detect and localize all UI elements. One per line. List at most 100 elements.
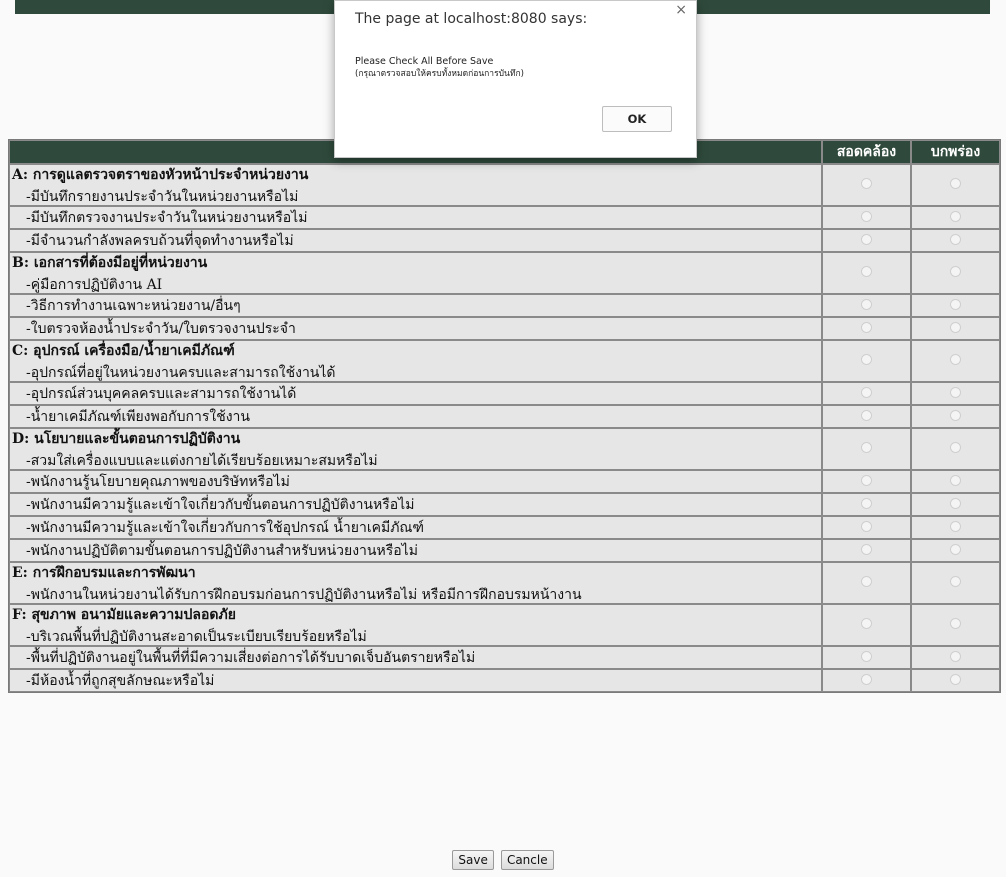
radio-deficient[interactable] [950, 576, 961, 587]
radio-deficient[interactable] [950, 298, 961, 310]
section-cell: A: การดูแลตรวจตราของหัวหน้าประจำหน่วยงาน… [9, 164, 822, 206]
checklist-item: -พนักงานมีความรู้และเข้าใจเกี่ยวกับการใช… [9, 516, 1000, 539]
section-title: C: อุปกรณ์ เครื่องมือ/น้ำยาเคมีภัณฑ์ [12, 343, 235, 359]
option-cell-deficient [911, 294, 1000, 317]
radio-deficient[interactable] [950, 178, 961, 189]
checklist-section: F: สุขภาพ อนามัยและความปลอดภัย -บริเวณพื้… [9, 604, 1000, 646]
option-cell-comply [822, 164, 911, 206]
radio-deficient[interactable] [950, 543, 961, 555]
checklist-item-label: -พื้นที่ปฏิบัติงานอยู่ในพื้นที่ที่มีความ… [9, 646, 822, 669]
checklist-item: -พนักงานรู้นโยบายคุณภาพของบริษัทหรือไม่ [9, 470, 1000, 493]
radio-comply[interactable] [861, 178, 872, 189]
close-icon[interactable]: × [675, 2, 687, 18]
radio-deficient[interactable] [950, 409, 961, 421]
checklist-body: A: การดูแลตรวจตราของหัวหน้าประจำหน่วยงาน… [9, 164, 1000, 692]
alert-dialog: The page at localhost:8080 says: × Pleas… [334, 0, 697, 158]
radio-deficient[interactable] [950, 442, 961, 453]
checklist-item-label: -น้ำยาเคมีภัณฑ์เพียงพอกับการใช้งาน [9, 405, 822, 428]
radio-deficient[interactable] [950, 618, 961, 629]
radio-comply[interactable] [861, 321, 872, 333]
radio-comply[interactable] [861, 409, 872, 421]
option-cell-deficient [911, 646, 1000, 669]
checklist-item-label: -อุปกรณ์ส่วนบุคคลครบและสามารถใช้งานได้ [9, 382, 822, 405]
option-cell-comply [822, 428, 911, 470]
checklist-item-label: -มีบันทึกรายงานประจำวันในหน่วยงานหรือไม่ [26, 189, 299, 205]
ok-button[interactable]: OK [602, 106, 672, 132]
radio-deficient[interactable] [950, 650, 961, 662]
radio-comply[interactable] [861, 386, 872, 398]
option-cell-comply [822, 646, 911, 669]
option-cell-comply [822, 252, 911, 294]
radio-comply[interactable] [861, 618, 872, 629]
radio-deficient[interactable] [950, 520, 961, 532]
radio-comply[interactable] [861, 442, 872, 453]
section-title: D: นโยบายและขั้นตอนการปฏิบัติงาน [12, 431, 241, 447]
radio-comply[interactable] [861, 354, 872, 365]
checklist-item-label: -มีบันทึกตรวจงานประจำวันในหน่วยงานหรือไม… [9, 206, 822, 229]
checklist-section: E: การฝึกอบรมและการพัฒนา -พนักงานในหน่วยง… [9, 562, 1000, 604]
checklist-item: -พื้นที่ปฏิบัติงานอยู่ในพื้นที่ที่มีความ… [9, 646, 1000, 669]
dialog-message-thai: (กรุณาตรวจสอบให้ครบทั้งหมดก่อนการบันทึก) [355, 69, 524, 79]
checklist-item: -พนักงานมีความรู้และเข้าใจเกี่ยวกับขั้นต… [9, 493, 1000, 516]
radio-comply[interactable] [861, 650, 872, 662]
option-cell-comply [822, 229, 911, 252]
option-cell-deficient [911, 604, 1000, 646]
checklist-item: -พนักงานปฏิบัติตามขั้นตอนการปฏิบัติงานสำ… [9, 539, 1000, 562]
radio-deficient[interactable] [950, 321, 961, 333]
section-title: F: สุขภาพ อนามัยและความปลอดภัย [12, 607, 236, 623]
radio-deficient[interactable] [950, 210, 961, 222]
radio-comply[interactable] [861, 673, 872, 685]
option-cell-comply [822, 382, 911, 405]
form-actions: Save Cancle [0, 849, 1006, 870]
checklist-item-label: -มีจำนวนกำลังพลครบถ้วนที่จุดทำงานหรือไม่ [9, 229, 822, 252]
option-cell-comply [822, 562, 911, 604]
radio-deficient[interactable] [950, 266, 961, 277]
radio-deficient[interactable] [950, 673, 961, 685]
option-cell-deficient [911, 493, 1000, 516]
checklist-table: หัวข้อการตรวจประเมิน สอดคล้อง บกพร่อง A:… [8, 139, 1001, 693]
section-cell: F: สุขภาพ อนามัยและความปลอดภัย -บริเวณพื้… [9, 604, 822, 646]
checklist-item: -น้ำยาเคมีภัณฑ์เพียงพอกับการใช้งาน [9, 405, 1000, 428]
option-cell-comply [822, 604, 911, 646]
option-cell-comply [822, 669, 911, 692]
radio-comply[interactable] [861, 543, 872, 555]
radio-comply[interactable] [861, 298, 872, 310]
radio-comply[interactable] [861, 497, 872, 509]
cancel-button[interactable]: Cancle [500, 850, 554, 870]
column-header-deficient: บกพร่อง [911, 140, 1000, 164]
section-cell: B: เอกสารที่ต้องมีอยู่ที่หน่วยงาน -คู่มือ… [9, 252, 822, 294]
radio-deficient[interactable] [950, 354, 961, 365]
option-cell-comply [822, 405, 911, 428]
radio-comply[interactable] [861, 520, 872, 532]
option-cell-comply [822, 206, 911, 229]
radio-comply[interactable] [861, 266, 872, 277]
radio-deficient[interactable] [950, 497, 961, 509]
checklist-item-label: -พนักงานในหน่วยงานได้รับการฝึกอบรมก่อนกา… [26, 587, 582, 603]
option-cell-deficient [911, 428, 1000, 470]
option-cell-comply [822, 516, 911, 539]
section-title: A: การดูแลตรวจตราของหัวหน้าประจำหน่วยงาน [12, 167, 309, 183]
section-title: E: การฝึกอบรมและการพัฒนา [12, 565, 196, 581]
option-cell-comply [822, 294, 911, 317]
checklist-item: -อุปกรณ์ส่วนบุคคลครบและสามารถใช้งานได้ [9, 382, 1000, 405]
option-cell-deficient [911, 317, 1000, 340]
radio-comply[interactable] [861, 233, 872, 245]
checklist-section: C: อุปกรณ์ เครื่องมือ/น้ำยาเคมีภัณฑ์ -อุป… [9, 340, 1000, 382]
checklist-section: A: การดูแลตรวจตราของหัวหน้าประจำหน่วยงาน… [9, 164, 1000, 206]
section-cell: E: การฝึกอบรมและการพัฒนา -พนักงานในหน่วยง… [9, 562, 822, 604]
checklist-item: -วิธีการทำงานเฉพาะหน่วยงาน/อื่นๆ [9, 294, 1000, 317]
radio-deficient[interactable] [950, 474, 961, 486]
option-cell-deficient [911, 164, 1000, 206]
radio-comply[interactable] [861, 474, 872, 486]
radio-deficient[interactable] [950, 233, 961, 245]
radio-deficient[interactable] [950, 386, 961, 398]
radio-comply[interactable] [861, 576, 872, 587]
checklist-item-label: -พนักงานปฏิบัติตามขั้นตอนการปฏิบัติงานสำ… [9, 539, 822, 562]
radio-comply[interactable] [861, 210, 872, 222]
section-title: B: เอกสารที่ต้องมีอยู่ที่หน่วยงาน [12, 255, 208, 271]
option-cell-deficient [911, 405, 1000, 428]
dialog-message: Please Check All Before Save (กรุณาตรวจส… [355, 55, 524, 81]
option-cell-deficient [911, 516, 1000, 539]
save-button[interactable]: Save [452, 850, 494, 870]
checklist-section: D: นโยบายและขั้นตอนการปฏิบัติงาน -สวมใส่เ… [9, 428, 1000, 470]
